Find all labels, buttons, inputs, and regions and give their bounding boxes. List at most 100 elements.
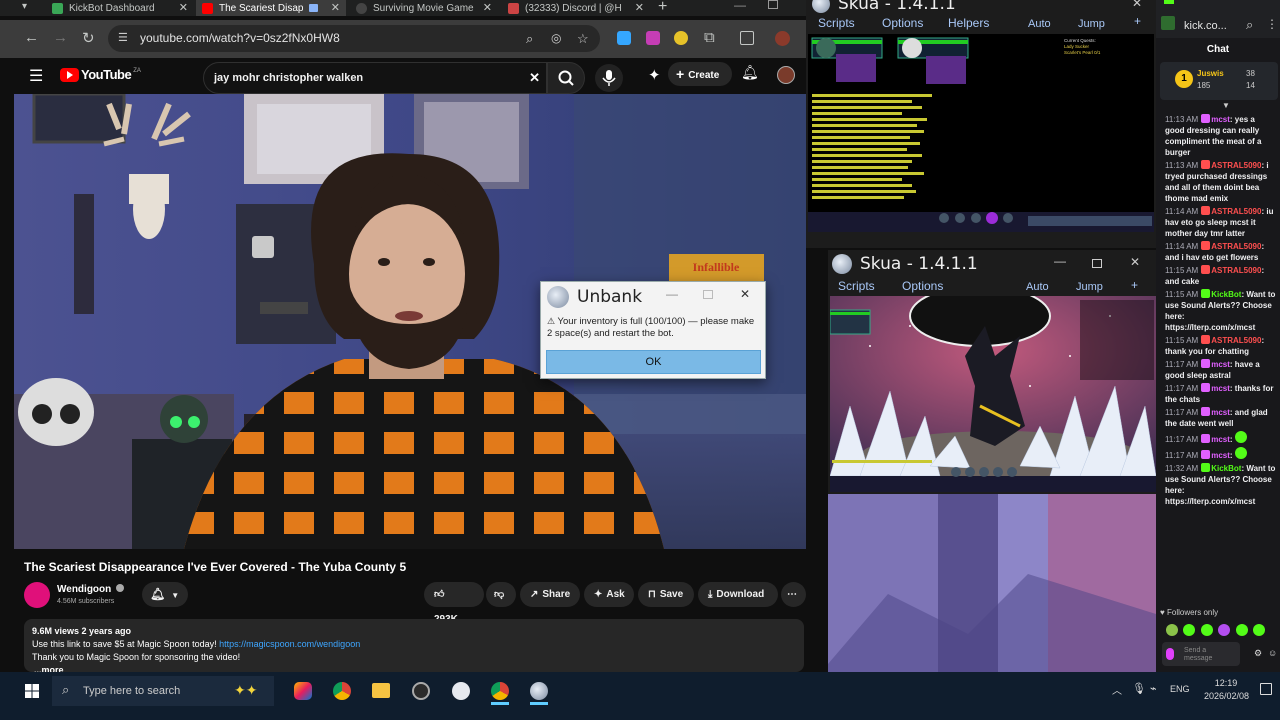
search-button[interactable] <box>547 62 585 94</box>
more-menu-icon[interactable]: ⋮ <box>1266 17 1278 31</box>
chat-username[interactable]: mcst <box>1211 115 1230 124</box>
chat-username[interactable]: KickBot <box>1211 290 1241 299</box>
chat-username[interactable]: mcst <box>1211 360 1230 369</box>
channel-name-row[interactable]: Wendigoon <box>57 584 125 595</box>
cast-sparkle-icon[interactable]: ✦ <box>648 66 661 84</box>
reload-icon[interactable]: ↻ <box>82 29 95 47</box>
search-input[interactable]: jay mohr christopher walken ✕ <box>203 62 547 94</box>
share-button[interactable]: ↗ Share <box>520 582 580 607</box>
minimize-window-icon[interactable]: — <box>734 0 746 12</box>
skua-minimize-icon[interactable]: — <box>1054 254 1066 268</box>
game-viewport[interactable] <box>830 296 1156 492</box>
skua-jump-button[interactable]: Jump <box>1078 18 1105 30</box>
sponsor-link[interactable]: https://magicspoon.com/wendigoon <box>219 639 360 649</box>
skua-auto-button[interactable]: Auto <box>1026 281 1049 293</box>
skua-menu-scripts[interactable]: Scripts <box>838 279 875 293</box>
tab-kickbot[interactable]: KickBot Dashboard ✕ <box>46 0 194 16</box>
chat-username[interactable]: ASTRAL5090 <box>1211 242 1261 251</box>
emote-icon[interactable] <box>1200 624 1213 636</box>
dislike-button[interactable]: 👎︎ <box>486 582 516 607</box>
skua-maximize-icon[interactable] <box>1092 259 1102 268</box>
close-tab-icon[interactable]: ✕ <box>483 1 492 14</box>
ask-button[interactable]: ✦ Ask <box>584 582 634 607</box>
collapse-chevron-icon[interactable]: ▼ <box>1222 101 1230 110</box>
subscription-bell-button[interactable]: 🔔︎ ▼ <box>142 582 188 607</box>
skua-jump-button[interactable]: Jump <box>1076 281 1103 293</box>
youtube-logo[interactable]: YouTube ZA <box>60 67 141 82</box>
chat-url[interactable]: kick.co... <box>1184 20 1227 32</box>
dialog-minimize-icon[interactable]: — <box>666 287 678 301</box>
file-explorer-icon[interactable] <box>372 683 390 698</box>
new-tab-icon[interactable]: + <box>658 0 667 16</box>
reading-list-icon[interactable] <box>740 31 754 45</box>
description-box[interactable]: 9.6M views 2 years ago Use this link to … <box>24 619 804 672</box>
zoom-icon[interactable]: ⌕ <box>1246 17 1253 33</box>
skua-menu-scripts[interactable]: Scripts <box>818 16 855 30</box>
skua-app-icon-2[interactable] <box>530 682 548 700</box>
extension-pink-icon[interactable] <box>646 31 660 45</box>
close-tab-icon[interactable]: ✕ <box>331 1 340 14</box>
emote-icon[interactable] <box>1235 624 1248 636</box>
skua-app-icon[interactable] <box>452 682 470 700</box>
emoji-picker-icon[interactable]: ☺ <box>1268 648 1277 658</box>
chat-username[interactable]: ASTRAL5090 <box>1211 266 1261 275</box>
skua-add-icon[interactable]: + <box>1134 14 1141 28</box>
tab-discord[interactable]: (32333) Discord | @H ✕ <box>502 0 650 16</box>
bookmark-star-icon[interactable]: ☆ <box>577 25 589 52</box>
tray-chevron-up-icon[interactable]: ︿ <box>1112 682 1122 697</box>
tab-search-icon[interactable]: ▾ <box>22 1 27 12</box>
hamburger-menu-icon[interactable]: ☰ <box>29 66 43 86</box>
emote-icon[interactable] <box>1183 624 1196 636</box>
skua-close-icon[interactable]: ✕ <box>1132 0 1142 10</box>
emote-icon[interactable] <box>1218 624 1231 636</box>
taskbar-search-box[interactable]: ⌕ Type here to search ✦✦ <box>52 676 274 706</box>
back-icon[interactable]: ← <box>24 29 39 46</box>
chat-username[interactable]: mcst <box>1211 384 1230 393</box>
skua-auto-button[interactable]: Auto <box>1028 18 1051 30</box>
language-indicator[interactable]: ENG <box>1170 684 1190 694</box>
send-message-input[interactable]: Send a message <box>1162 642 1240 666</box>
site-info-icon[interactable]: ☰ <box>118 25 128 52</box>
skua-add-icon[interactable]: + <box>1131 278 1138 292</box>
chrome-profile-icon[interactable] <box>491 682 509 700</box>
url-input[interactable]: ☰ youtube.com/watch?v=0sz2fNx0HW8 ⌕ ◎ ☆ <box>108 25 600 52</box>
channel-avatar[interactable] <box>24 582 50 608</box>
eye-off-icon[interactable]: ◎ <box>551 25 561 52</box>
tab-movie-game[interactable]: Surviving Movie Game ✕ <box>350 0 498 16</box>
forward-icon[interactable]: → <box>53 29 68 46</box>
steam-icon[interactable] <box>412 682 430 700</box>
copilot-icon[interactable] <box>294 682 312 700</box>
chat-username[interactable]: mcst <box>1211 451 1230 460</box>
extension-yellow-icon[interactable] <box>674 31 688 45</box>
notifications-bell-icon[interactable]: 🔔︎ <box>741 64 759 81</box>
microphone-tray-icon[interactable]: 🎙︎ <box>1132 682 1146 695</box>
create-button[interactable]: + Create <box>668 62 732 86</box>
game-viewport[interactable]: Current Quests: Lady Sucker Scarlet's Pe… <box>808 34 1154 232</box>
clear-search-icon[interactable]: ✕ <box>529 63 540 93</box>
skua-close-icon[interactable]: ✕ <box>1130 255 1140 269</box>
pinned-card[interactable]: 1 Juswis 38 185 14 <box>1160 62 1278 100</box>
skua-menu-helpers[interactable]: Helpers <box>948 16 989 30</box>
skua-menu-options[interactable]: Options <box>902 279 943 293</box>
account-avatar[interactable] <box>777 66 795 84</box>
notification-center-icon[interactable] <box>1260 683 1272 695</box>
zoom-icon[interactable]: ⌕ <box>526 25 533 52</box>
voice-search-button[interactable] <box>595 64 623 92</box>
chat-username[interactable]: ASTRAL5090 <box>1211 161 1261 170</box>
chat-username[interactable]: ASTRAL5090 <box>1211 207 1261 216</box>
tab-youtube[interactable]: The Scariest Disap ✕ <box>196 0 346 16</box>
clock[interactable]: 12:19 2026/02/08 <box>1204 677 1249 703</box>
windows-start-icon[interactable] <box>25 684 39 698</box>
extension-blue-icon[interactable] <box>617 31 631 45</box>
more-actions-button[interactable]: ⋯ <box>781 582 806 607</box>
profile-avatar[interactable] <box>775 31 790 46</box>
network-icon[interactable]: ⌁ <box>1150 682 1157 695</box>
dialog-maximize-icon[interactable] <box>703 290 713 299</box>
chat-username[interactable]: mcst <box>1211 435 1230 444</box>
like-button[interactable]: 👍︎293K <box>424 582 484 625</box>
save-button[interactable]: ⊓ Save <box>638 582 694 607</box>
close-tab-icon[interactable]: ✕ <box>635 1 644 14</box>
chat-username[interactable]: mcst <box>1211 408 1230 417</box>
dialog-close-icon[interactable]: ✕ <box>740 287 750 301</box>
download-button[interactable]: ⤓ Download <box>698 582 778 607</box>
